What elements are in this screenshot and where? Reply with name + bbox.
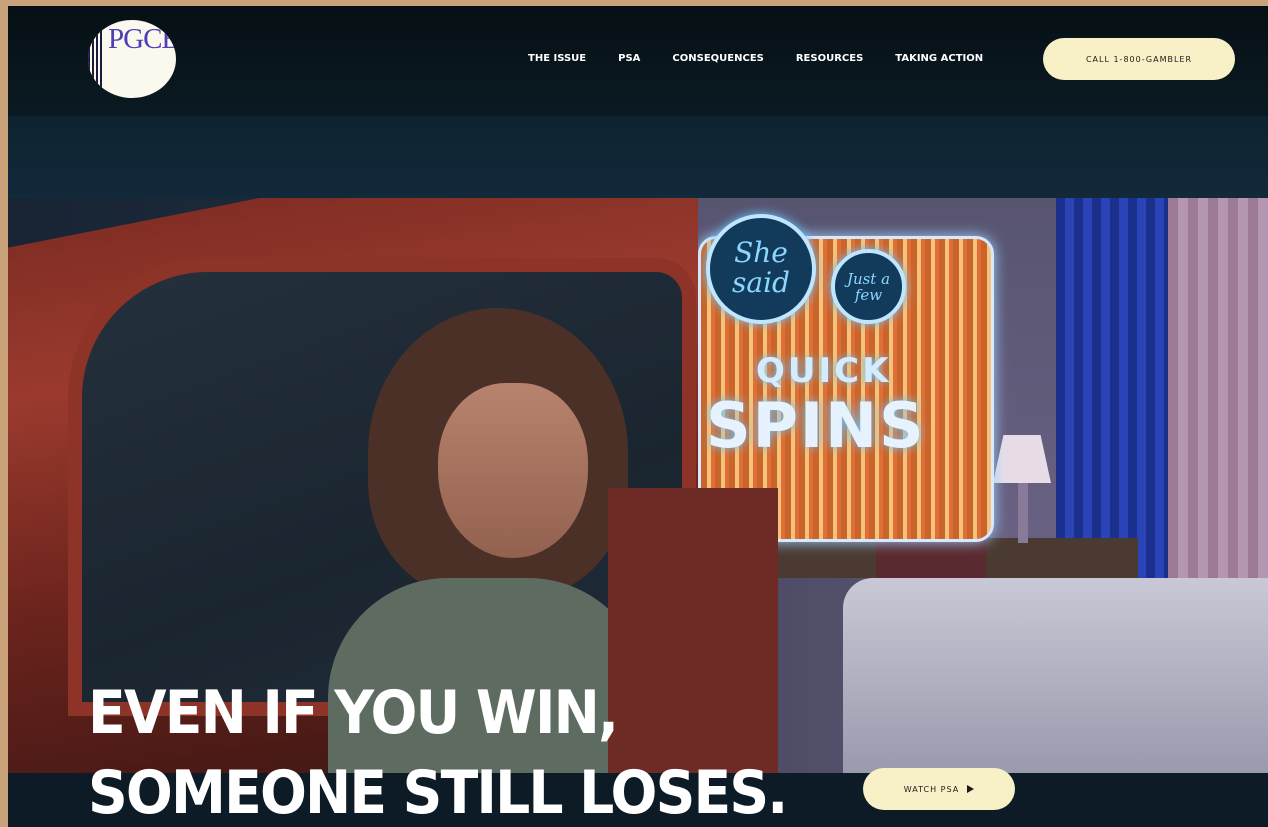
nav-item-resources[interactable]: RESOURCES [796, 53, 863, 64]
play-icon [967, 785, 975, 793]
nav-item-psa[interactable]: PSA [618, 53, 640, 64]
headline-line-2: SOMEONE STILL LOSES. [88, 758, 788, 827]
hero-headline: EVEN IF YOU WIN, SOMEONE STILL LOSES. [88, 673, 788, 827]
watch-psa-button[interactable]: WATCH PSA [863, 768, 1015, 810]
watch-psa-label: WATCH PSA [903, 784, 960, 794]
nav-item-consequences[interactable]: CONSEQUENCES [672, 53, 763, 64]
pgcb-logo[interactable]: PGCB [88, 20, 176, 98]
nav-item-taking-action[interactable]: TAKING ACTION [895, 53, 983, 64]
lamp-base [1018, 483, 1028, 543]
neon-spins-text: SPINS [706, 389, 926, 462]
site-header: PGCB THE ISSUE PSA CONSEQUENCES RESOURCE… [8, 6, 1268, 116]
neon-circle-she-said: She said [706, 214, 816, 324]
neon-circle-just-a-few: Just a few [831, 249, 906, 324]
bed [843, 578, 1268, 773]
call-gambler-button[interactable]: CALL 1-800-GAMBLER [1043, 38, 1235, 80]
main-nav: THE ISSUE PSA CONSEQUENCES RESOURCES TAK… [528, 53, 983, 64]
logo-stripes-graphic [88, 30, 104, 88]
headline-line-1: EVEN IF YOU WIN, [88, 678, 619, 748]
header-band [8, 116, 1268, 198]
page-frame: PGCB THE ISSUE PSA CONSEQUENCES RESOURCE… [8, 6, 1268, 827]
girl-face [438, 383, 588, 558]
pink-curtain [1168, 198, 1268, 608]
neon-quick-text: QUICK [756, 351, 892, 391]
logo-text: PGCB [108, 23, 176, 55]
nav-item-the-issue[interactable]: THE ISSUE [528, 53, 586, 64]
